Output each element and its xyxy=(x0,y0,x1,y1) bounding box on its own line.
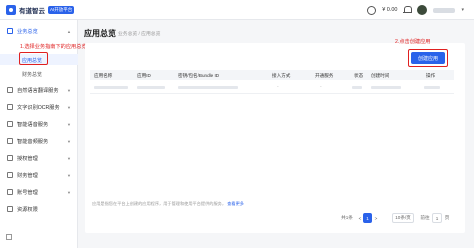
breadcrumb[interactable]: 业务总览 / 应用总览 xyxy=(118,30,160,37)
user-icon xyxy=(7,189,13,195)
sidebar-subitem-finance-overview[interactable]: 财务总览 xyxy=(0,68,78,79)
app-key-redacted xyxy=(178,86,238,89)
chevron-down-icon: ▼ xyxy=(67,172,71,178)
sidebar-item-business-overview[interactable]: 业务总览 ▲ xyxy=(0,25,78,37)
access-method-value: - xyxy=(277,84,279,90)
microphone-icon xyxy=(7,121,13,127)
audio-icon xyxy=(7,138,13,144)
sidebar-item-label: 账号管理 xyxy=(17,189,38,196)
create-app-button[interactable]: 创建应用 xyxy=(411,52,445,64)
sidebar-item-label: 财务管理 xyxy=(17,172,38,179)
annotation-step1: 1.选择业务指南下的应用总览 xyxy=(20,44,87,50)
services-value: - xyxy=(320,84,322,90)
lock-icon xyxy=(7,206,13,212)
sidebar-item-audio[interactable]: 智能音频服务 ▼ xyxy=(0,135,78,147)
sidebar-item-label: 智能语音服务 xyxy=(17,121,49,128)
app-overview-page: 有道智云 AI开放平台 ¥ 0.00 ▾ 业务总览 ▲ 应用总览 财务总览 自然… xyxy=(0,0,474,248)
hint-text: 应用是指您在平台上创建的应用程序，用于管理和使用平台提供的服务， xyxy=(92,201,227,206)
column-header: 密钥/包名/Bundle ID xyxy=(178,72,220,78)
pagination-next[interactable]: > xyxy=(373,213,379,223)
translate-icon xyxy=(7,87,13,93)
pagination-page[interactable]: 1 xyxy=(363,213,372,223)
sidebar-item-label: 文字识别OCR服务 xyxy=(17,104,60,111)
goto-suffix: 页 xyxy=(444,215,450,220)
chevron-down-icon: ▼ xyxy=(67,121,71,127)
key-icon xyxy=(7,155,13,161)
page-size-select[interactable]: 10条/页 xyxy=(392,213,414,223)
user-name-redacted[interactable] xyxy=(433,7,456,13)
column-header: 开通服务 xyxy=(315,72,334,78)
annotation-box-app-overview xyxy=(19,52,48,65)
logo-text: 有道智云 xyxy=(19,8,45,15)
avatar[interactable] xyxy=(417,5,428,15)
top-right-tools: ¥ 0.00 ▾ xyxy=(367,5,464,15)
column-header: 操作 xyxy=(426,72,436,78)
pagination-total: 共1条 xyxy=(341,215,353,220)
status-redacted xyxy=(352,86,362,89)
help-hint: 应用是指您在平台上创建的应用程序，用于管理和使用平台提供的服务， 查看更多 xyxy=(92,201,244,207)
bell-icon[interactable] xyxy=(403,6,413,14)
sidebar-item-label: 授权管理 xyxy=(17,155,38,162)
column-header: 创建时间 xyxy=(371,72,390,78)
sidebar-item-ocr[interactable]: 文字识别OCR服务 ▼ xyxy=(0,101,78,113)
column-header: 状态 xyxy=(354,72,364,78)
wallet-icon xyxy=(7,172,13,178)
sidebar-item-account[interactable]: 账号管理 ▼ xyxy=(0,186,78,198)
logo-icon xyxy=(6,5,16,15)
account-balance[interactable]: ¥ 0.00 xyxy=(382,7,397,13)
sidebar-item-label: 自然语言翻译服务 xyxy=(17,87,59,94)
logo-badge: AI开放平台 xyxy=(48,6,75,14)
column-header: 应用ID xyxy=(137,72,151,78)
sidebar-item-translation[interactable]: 自然语言翻译服务 ▼ xyxy=(0,84,78,96)
top-bar: 有道智云 AI开放平台 ¥ 0.00 ▾ xyxy=(0,0,474,20)
column-header: 接入方式 xyxy=(272,72,291,78)
brand-logo[interactable]: 有道智云 AI开放平台 xyxy=(6,5,75,15)
chevron-down-icon: ▼ xyxy=(67,87,71,93)
sidebar-subitem-label: 财务总览 xyxy=(22,72,43,78)
chevron-down-icon[interactable]: ▾ xyxy=(461,7,464,13)
hint-link[interactable]: 查看更多 xyxy=(227,201,244,206)
help-icon[interactable] xyxy=(367,5,377,15)
page-title: 应用总览 xyxy=(84,29,116,38)
chevron-down-icon: ▼ xyxy=(67,155,71,161)
sidebar-item-finance[interactable]: 财务管理 ▼ xyxy=(0,169,78,181)
sidebar-item-authorization[interactable]: 授权管理 ▼ xyxy=(0,152,78,164)
goto-label: 前往 xyxy=(420,215,430,220)
collapse-sidebar-icon[interactable] xyxy=(6,234,12,240)
app-id-redacted xyxy=(137,86,165,89)
chevron-down-icon: ▼ xyxy=(67,104,71,110)
goto-input[interactable]: 1 xyxy=(432,213,442,223)
table-row[interactable]: - - xyxy=(90,81,454,94)
sidebar-item-resource-permission[interactable]: 资源权限 xyxy=(0,203,78,215)
chevron-down-icon: ▼ xyxy=(67,138,71,144)
annotation-step2: 2.点击创建应用 xyxy=(395,39,431,45)
scan-icon xyxy=(7,104,13,110)
sidebar-item-voice[interactable]: 智能语音服务 ▼ xyxy=(0,118,78,130)
app-name-redacted xyxy=(94,86,128,89)
column-header: 应用名称 xyxy=(94,72,113,78)
chevron-up-icon: ▲ xyxy=(67,28,71,34)
grid-icon xyxy=(7,28,13,34)
actions-redacted[interactable] xyxy=(424,86,440,89)
created-time-redacted xyxy=(371,86,401,89)
sidebar-item-label: 资源权限 xyxy=(17,206,38,213)
sidebar-item-label: 智能音频服务 xyxy=(17,138,49,145)
chevron-down-icon: ▼ xyxy=(67,189,71,195)
table-header: 应用名称 应用ID 密钥/包名/Bundle ID 接入方式 开通服务 状态 创… xyxy=(90,70,454,80)
sidebar-item-label: 业务总览 xyxy=(17,28,38,35)
